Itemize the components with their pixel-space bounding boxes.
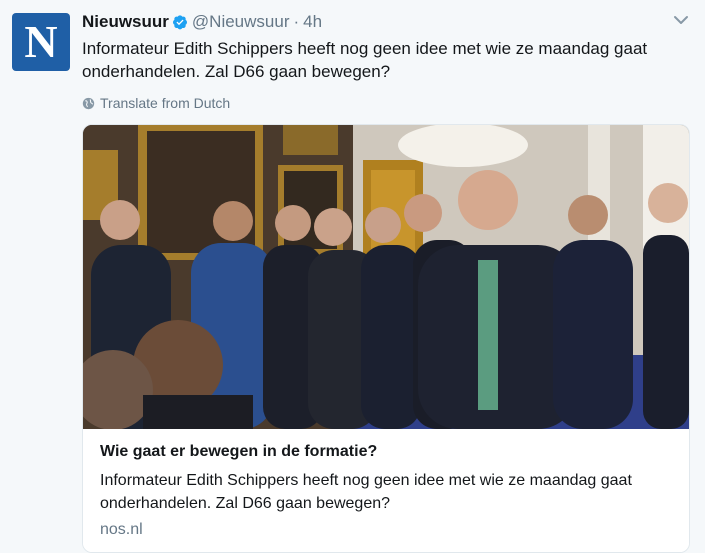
separator-dot: ·: [293, 12, 300, 31]
avatar-letter: N: [24, 16, 58, 67]
account-name[interactable]: Nieuwsuur: [82, 12, 169, 32]
link-card[interactable]: Wie gaat er bewegen in de formatie? Info…: [82, 124, 690, 553]
tweet-header: Nieuwsuur @Nieuwsuur · 4h: [82, 12, 322, 32]
card-image[interactable]: [83, 125, 689, 429]
account-avatar[interactable]: N: [12, 13, 70, 71]
tweet-timestamp[interactable]: 4h: [303, 12, 322, 32]
tweet-text: Informateur Edith Schippers heeft nog ge…: [82, 39, 648, 81]
chevron-down-icon[interactable]: [673, 12, 689, 28]
card-title: Wie gaat er bewegen in de formatie?: [100, 443, 378, 460]
account-handle[interactable]: @Nieuwsuur: [192, 12, 290, 32]
verified-badge-icon: [172, 15, 187, 30]
tweet[interactable]: N Nieuwsuur @Nieuwsuur · 4h Informateur …: [0, 0, 705, 553]
card-photo: [83, 125, 689, 429]
card-body[interactable]: Wie gaat er bewegen in de formatie? Info…: [83, 429, 689, 552]
globe-icon: [82, 97, 95, 109]
card-description: Informateur Edith Schippers heeft nog ge…: [100, 472, 632, 512]
translate-link[interactable]: Translate from Dutch: [82, 95, 230, 111]
translate-label: Translate from Dutch: [100, 95, 231, 111]
card-domain: nos.nl: [100, 521, 143, 538]
